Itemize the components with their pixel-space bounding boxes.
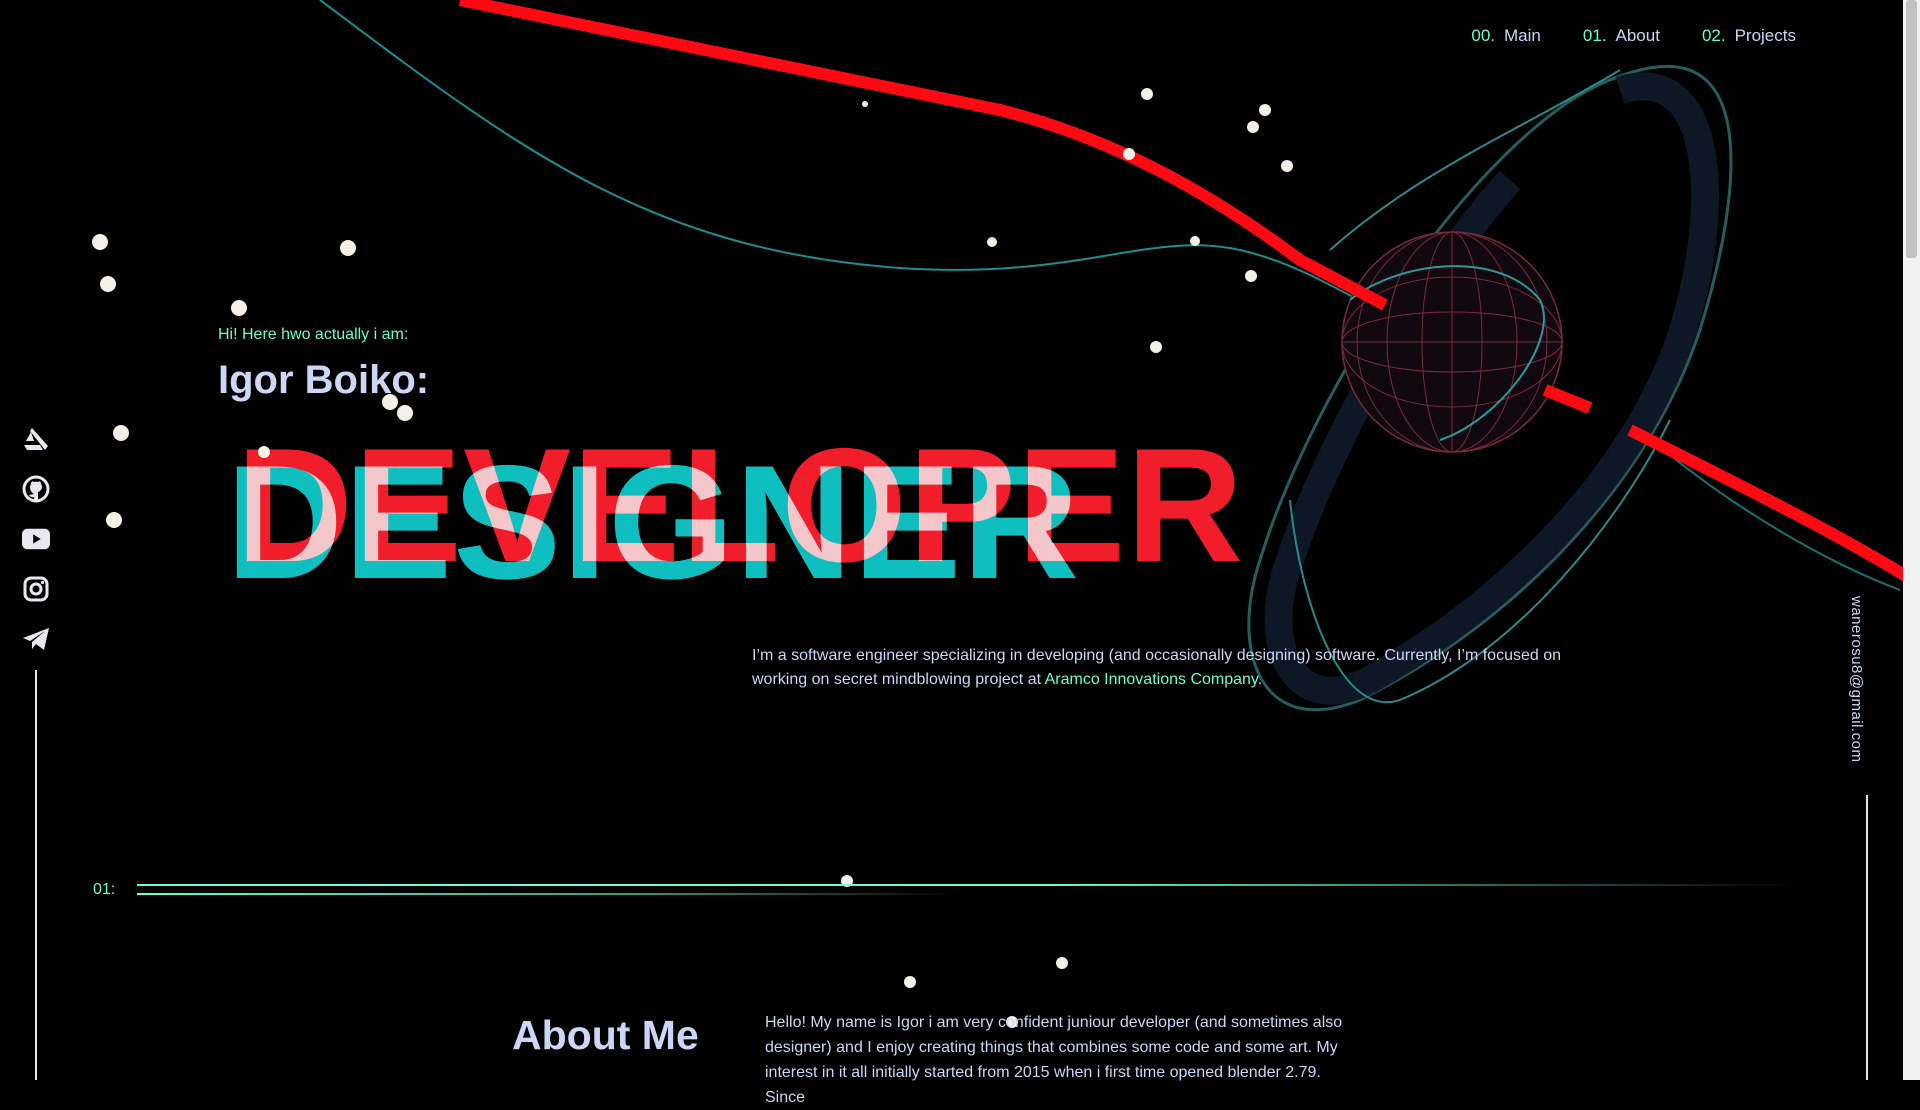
about-text: Hello! My name is Igor i am very confide… (765, 1014, 1343, 1106)
artstation-icon[interactable] (22, 425, 50, 453)
nav-item-about[interactable]: 01. About (1583, 26, 1660, 46)
red-laser-line (458, 0, 1388, 311)
teal-wave-line (319, 0, 1481, 361)
wireframe-sphere (1341, 231, 1563, 453)
left-vertical-line (35, 670, 37, 1080)
nav-item-projects[interactable]: 02. Projects (1702, 26, 1796, 46)
nav-item-label: Projects (1734, 26, 1796, 45)
nav-item-label: About (1615, 26, 1660, 45)
hero-title-developer: DEVELOPER (236, 415, 1245, 596)
section-divider (137, 884, 1797, 886)
nav-item-number: 00. (1471, 26, 1495, 45)
youtube-icon[interactable] (22, 525, 50, 553)
nav-item-number: 01. (1582, 26, 1607, 45)
social-links (20, 425, 52, 653)
hero-name: Igor Boiko: (218, 358, 430, 402)
hero-intro-end: . (1257, 671, 1263, 688)
section-number: 01: (93, 881, 116, 898)
scrollbar-thumb[interactable] (1906, 0, 1917, 258)
nav-item-label: Main (1504, 26, 1541, 45)
email-link[interactable]: wanerosu8@gmail.com (1848, 596, 1865, 762)
hero-greeting: Hi! Here hwo actually i am: (218, 326, 409, 343)
github-icon[interactable] (22, 475, 50, 503)
about-title: About Me (512, 1012, 699, 1058)
nav-item-main[interactable]: 00. Main (1471, 26, 1541, 46)
right-vertical-line (1866, 795, 1868, 1080)
company-link[interactable]: Aramco Innovations Company (1045, 671, 1258, 688)
hero-intro: I’m a software engineer specializing in … (752, 644, 1562, 692)
telegram-icon[interactable] (22, 625, 50, 653)
torus-sculpture (1247, 64, 1901, 712)
top-nav: 00. Main 01. About 02. Projects (1471, 26, 1796, 46)
nav-item-number: 02. (1701, 26, 1726, 45)
scrollbar[interactable] (1903, 0, 1920, 1080)
instagram-icon[interactable] (22, 575, 50, 603)
section-divider-secondary (137, 893, 957, 895)
